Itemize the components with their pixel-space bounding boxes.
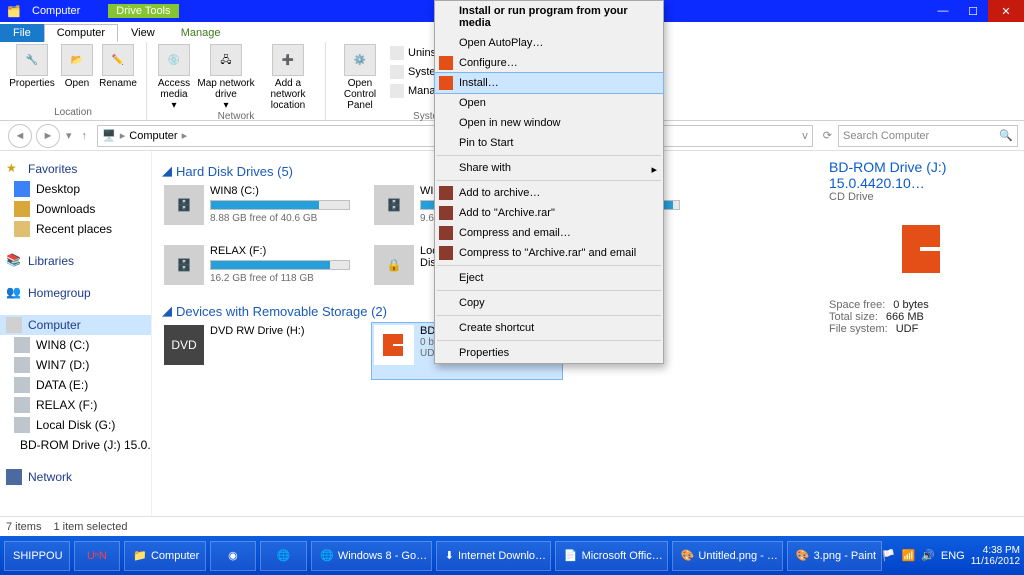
drive-c[interactable]: 🗄️WIN8 (C:)8.88 GB free of 40.6 GB <box>162 183 352 239</box>
back-button[interactable]: ◄ <box>8 124 32 148</box>
ctx-compress-email[interactable]: Compress and email… <box>435 223 663 243</box>
rename-button[interactable]: ✏️Rename <box>96 44 140 89</box>
ctx-open-autoplay[interactable]: Open AutoPlay… <box>435 33 663 53</box>
search-box[interactable]: Search Computer 🔍 <box>838 125 1018 147</box>
window-title: Computer <box>28 5 80 17</box>
nav-recent[interactable]: Recent places <box>0 219 151 239</box>
close-button[interactable]: ✕ <box>988 0 1024 22</box>
recent-dropdown[interactable]: ▾ <box>62 129 76 142</box>
group-network: Network <box>153 111 319 124</box>
unikey-icon[interactable]: UⁿN <box>74 541 121 571</box>
ctx-properties[interactable]: Properties <box>435 343 663 363</box>
ctx-open[interactable]: Open <box>435 93 663 113</box>
detail-title: BD-ROM Drive (J:) 15.0.4420.10… <box>829 159 1014 191</box>
ctx-add-archive[interactable]: Add to archive… <box>435 183 663 203</box>
nav-network[interactable]: Network <box>0 467 151 487</box>
tray-flag-icon[interactable]: 🏳️ <box>882 549 896 562</box>
access-media-button[interactable]: 💿Access media▾ <box>153 44 195 111</box>
task-office[interactable]: 📄 Microsoft Offic… <box>555 541 668 571</box>
nav-desktop[interactable]: Desktop <box>0 179 151 199</box>
task-eclipse[interactable]: ◉ <box>210 541 257 571</box>
taskbar: SHIPPOU UⁿN 📁 Computer ◉ 🌐 🌐 Windows 8 -… <box>0 536 1024 575</box>
computer-icon: 🖥️ <box>102 129 116 142</box>
selection-count: 1 item selected <box>53 521 127 533</box>
detail-type: CD Drive <box>829 191 1014 203</box>
map-drive-button[interactable]: 🖧Map network drive▾ <box>195 44 257 111</box>
group-location: Location <box>6 107 140 120</box>
tab-view[interactable]: View <box>118 24 168 42</box>
control-panel-button[interactable]: ⚙️Open Control Panel <box>332 44 388 111</box>
tab-file[interactable]: File <box>0 24 44 42</box>
addr-dropdown-icon[interactable]: v <box>802 130 808 142</box>
language-indicator[interactable]: ENG <box>941 550 965 562</box>
minimize-button[interactable]: — <box>928 0 958 22</box>
task-explorer[interactable]: 📁 Computer <box>124 541 205 571</box>
task-idm[interactable]: ⬇ Internet Downlo… <box>436 541 551 571</box>
ctx-eject[interactable]: Eject <box>435 268 663 288</box>
user-button[interactable]: SHIPPOU <box>4 541 70 571</box>
drive-tools-tag: Drive Tools <box>108 4 178 18</box>
tab-computer[interactable]: Computer <box>44 24 118 42</box>
ctx-shortcut[interactable]: Create shortcut <box>435 318 663 338</box>
add-network-button[interactable]: ➕Add a network location <box>257 44 319 111</box>
folder-icon: 🗂️ <box>0 5 28 18</box>
ctx-add-archive-rar[interactable]: Add to "Archive.rar" <box>435 203 663 223</box>
ctx-configure[interactable]: Configure… <box>435 53 663 73</box>
ctx-pin[interactable]: Pin to Start <box>435 133 663 153</box>
tray-network-icon[interactable]: 📶 <box>901 549 915 562</box>
nav-computer[interactable]: Computer <box>0 315 151 335</box>
tab-manage[interactable]: Manage <box>168 24 234 42</box>
nav-drive-f[interactable]: RELAX (F:) <box>0 395 151 415</box>
ctx-install[interactable]: Install… <box>435 73 663 93</box>
task-chrome-window[interactable]: 🌐 Windows 8 - Go… <box>311 541 432 571</box>
properties-button[interactable]: 🔧Properties <box>6 44 58 89</box>
dvd-drive-h[interactable]: DVDDVD RW Drive (H:) <box>162 323 352 379</box>
path-segment[interactable]: Computer <box>129 130 177 142</box>
forward-button[interactable]: ► <box>36 124 60 148</box>
nav-drive-c[interactable]: WIN8 (C:) <box>0 335 151 355</box>
task-paint1[interactable]: 🎨 Untitled.png - … <box>672 541 783 571</box>
ctx-copy[interactable]: Copy <box>435 293 663 313</box>
preview-pane: BD-ROM Drive (J:) 15.0.4420.10… CD Drive… <box>819 151 1024 536</box>
ctx-open-new-window[interactable]: Open in new window <box>435 113 663 133</box>
office-icon <box>882 213 962 285</box>
context-menu: Install or run program from your media O… <box>434 0 664 364</box>
nav-drive-j[interactable]: BD-ROM Drive (J:) 15.0.4420 <box>0 435 151 455</box>
clock[interactable]: 4:38 PM11/16/2012 <box>971 545 1020 567</box>
refresh-button[interactable]: ⟳ <box>817 129 838 142</box>
ctx-header: Install or run program from your media <box>435 1 663 33</box>
ctx-share-with[interactable]: Share with▸ <box>435 158 663 178</box>
nav-drive-g[interactable]: Local Disk (G:) <box>0 415 151 435</box>
up-button[interactable]: ↑ <box>76 130 94 142</box>
tray-sound-icon[interactable]: 🔊 <box>921 549 935 562</box>
task-paint2[interactable]: 🎨 3.png - Paint <box>787 541 882 571</box>
ctx-compress-to[interactable]: Compress to "Archive.rar" and email <box>435 243 663 263</box>
nav-homegroup[interactable]: 👥Homegroup <box>0 283 151 303</box>
status-bar: 7 items 1 item selected <box>0 516 1024 536</box>
drive-f[interactable]: 🗄️RELAX (F:)16.2 GB free of 118 GB <box>162 243 352 299</box>
nav-drive-e[interactable]: DATA (E:) <box>0 375 151 395</box>
maximize-button[interactable]: ☐ <box>958 0 988 22</box>
search-placeholder: Search Computer <box>843 130 929 142</box>
nav-downloads[interactable]: Downloads <box>0 199 151 219</box>
nav-pane: ★Favorites Desktop Downloads Recent plac… <box>0 151 152 536</box>
nav-libraries[interactable]: 📚Libraries <box>0 251 151 271</box>
nav-drive-d[interactable]: WIN7 (D:) <box>0 355 151 375</box>
open-button[interactable]: 📂Open <box>58 44 96 89</box>
search-icon: 🔍 <box>999 129 1013 142</box>
nav-favorites[interactable]: ★Favorites <box>0 159 151 179</box>
item-count: 7 items <box>6 521 41 533</box>
task-chrome[interactable]: 🌐 <box>260 541 307 571</box>
